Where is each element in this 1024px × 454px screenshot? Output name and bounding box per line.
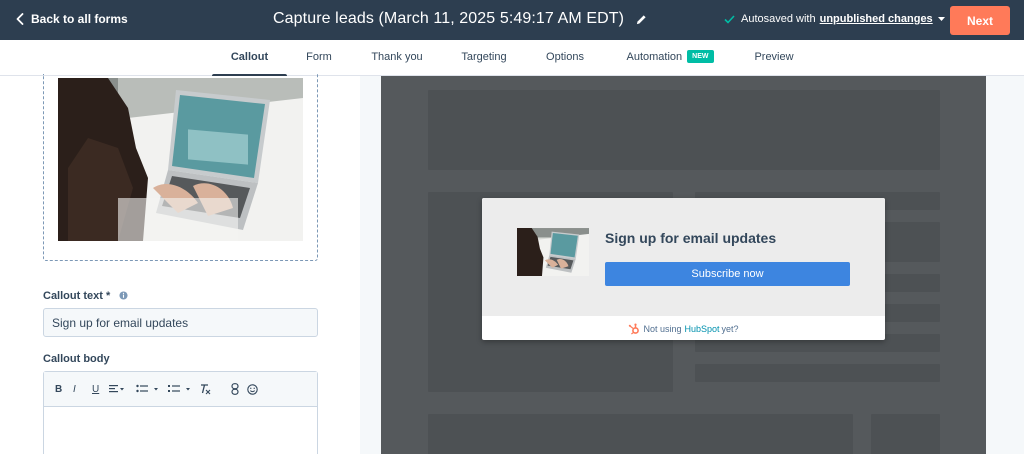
editor-panel: Callout text * Callout body B I U <box>0 74 360 454</box>
tab-label: Targeting <box>461 51 507 63</box>
check-icon <box>724 14 735 24</box>
tab-automation[interactable]: Automation NEW <box>618 40 722 76</box>
image-upload-area[interactable] <box>43 74 318 261</box>
placeholder-block <box>871 414 940 454</box>
tab-bar: Callout Form Thank you Targeting Options… <box>0 40 1024 77</box>
pencil-icon[interactable] <box>636 14 647 25</box>
tab-label: Thank you <box>371 51 423 63</box>
caret-down-icon[interactable] <box>937 17 945 21</box>
tab-label: Preview <box>754 51 794 63</box>
popup-image <box>517 228 589 276</box>
align-icon[interactable] <box>109 382 125 396</box>
tab-form[interactable]: Form <box>295 40 343 76</box>
tab-label: Form <box>306 51 332 63</box>
tab-preview[interactable]: Preview <box>748 40 800 76</box>
autosave-text: Autosaved with <box>741 13 816 25</box>
placeholder-block <box>428 90 940 170</box>
form-title-group: Capture leads (March 11, 2025 5:49:17 AM… <box>273 10 647 28</box>
tab-options[interactable]: Options <box>538 40 592 76</box>
clear-format-icon[interactable] <box>199 382 211 396</box>
next-button[interactable]: Next <box>950 6 1010 35</box>
callout-text-input[interactable] <box>43 308 318 337</box>
rte-toolbar: B I U <box>44 372 317 407</box>
back-to-forms-link[interactable]: Back to all forms <box>16 12 128 26</box>
chevron-left-icon <box>16 13 24 25</box>
callout-body-label: Callout body <box>43 353 110 365</box>
popup-body: Sign up for email updates Subscribe now <box>482 198 885 316</box>
tab-callout[interactable]: Callout <box>212 40 287 77</box>
callout-text-label: Callout text * <box>43 290 128 302</box>
unpublished-changes-link[interactable]: unpublished changes <box>820 13 933 25</box>
tab-label: Callout <box>230 51 269 63</box>
subscribe-button[interactable]: Subscribe now <box>605 262 850 286</box>
hubspot-link[interactable]: HubSpot <box>684 324 719 334</box>
new-badge: NEW <box>687 49 714 63</box>
underline-button[interactable]: U <box>92 382 99 396</box>
callout-image <box>58 78 303 241</box>
emoji-icon[interactable] <box>247 382 258 396</box>
placeholder-block <box>428 414 853 454</box>
callout-text-label-text: Callout text * <box>43 290 111 302</box>
hubspot-sprocket-icon <box>628 323 640 335</box>
page-title: Capture leads (March 11, 2025 5:49:17 AM… <box>273 10 625 27</box>
bulleted-list-icon[interactable] <box>136 382 160 396</box>
placeholder-block <box>695 364 940 382</box>
footer-suffix: yet? <box>721 323 739 334</box>
info-icon[interactable] <box>119 291 128 300</box>
tab-label: Options <box>546 51 584 63</box>
link-icon[interactable] <box>231 382 239 396</box>
callout-preview-popup: Sign up for email updates Subscribe now … <box>482 198 885 340</box>
italic-button[interactable]: I <box>73 382 76 396</box>
popup-heading: Sign up for email updates <box>605 230 777 246</box>
autosave-status: Autosaved with unpublished changes <box>724 13 945 25</box>
back-label: Back to all forms <box>31 12 128 26</box>
top-bar: Back to all forms Capture leads (March 1… <box>0 0 1024 40</box>
numbered-list-icon[interactable] <box>168 382 192 396</box>
tab-targeting[interactable]: Targeting <box>452 40 516 76</box>
popup-footer: Not using HubSpot yet? <box>482 317 885 340</box>
bold-button[interactable]: B <box>55 382 62 396</box>
tab-thank-you[interactable]: Thank you <box>362 40 432 76</box>
tab-label: Automation <box>626 51 683 63</box>
footer-text: Not using <box>643 323 682 334</box>
right-gutter <box>986 76 1024 454</box>
callout-body-editor[interactable]: B I U <box>43 371 318 454</box>
